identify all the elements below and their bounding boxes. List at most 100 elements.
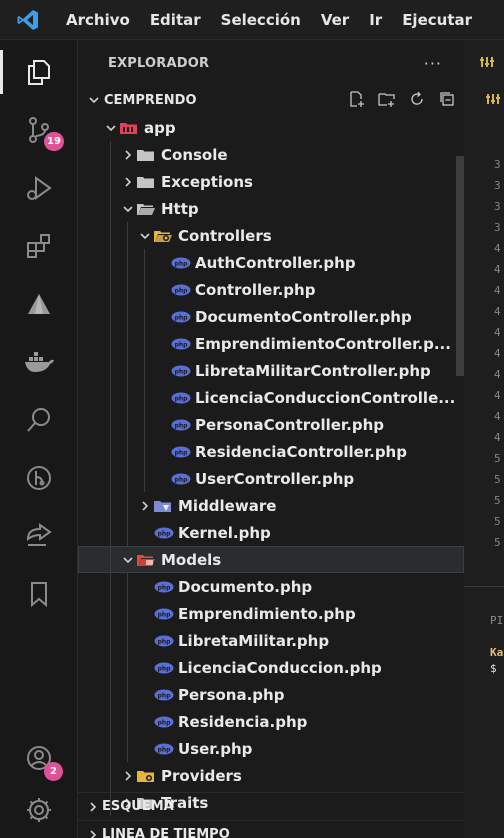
tree-folder[interactable]: Console [78, 141, 464, 168]
tree-folder[interactable]: Models [78, 546, 464, 573]
menu-bar: Archivo Editar Selección Ver Ir Ejecutar [0, 0, 504, 40]
new-folder-icon[interactable] [376, 88, 398, 110]
refresh-icon[interactable] [406, 88, 428, 110]
tree-file[interactable]: php Persona.php [78, 681, 464, 708]
project-title: CEMPRENDO [104, 92, 197, 108]
menu-editar[interactable]: Editar [140, 11, 211, 29]
svg-text:php: php [175, 314, 189, 321]
tree-folder[interactable]: Middleware [78, 492, 464, 519]
tree-item-label: Emprendimiento.php [178, 604, 356, 623]
svg-text:php: php [158, 665, 172, 672]
tree-folder[interactable]: Providers [78, 762, 464, 789]
tree-folder[interactable]: Exceptions [78, 168, 464, 195]
svg-text:php: php [158, 692, 172, 699]
terminal-prompt: $ [490, 662, 497, 675]
explorer-icon[interactable] [0, 44, 78, 100]
menu-archivo[interactable]: Archivo [56, 11, 140, 29]
tree-file[interactable]: php ResidenciaController.php [78, 438, 464, 465]
tree-folder[interactable]: Controllers [78, 222, 464, 249]
more-actions-button[interactable]: ··· [424, 54, 442, 73]
tree-file[interactable]: php PersonaController.php [78, 411, 464, 438]
tree-file[interactable]: php LibretaMilitar.php [78, 627, 464, 654]
extensions-icon[interactable] [0, 218, 78, 274]
new-file-icon[interactable] [346, 88, 368, 110]
svg-text:php: php [175, 422, 189, 429]
tree-file[interactable]: php EmprendimientoController.p... [78, 330, 464, 357]
tree-folder[interactable]: Http [78, 195, 464, 222]
folder-icon [137, 769, 161, 783]
php-file-icon: php [171, 365, 195, 377]
php-file-icon: php [154, 581, 178, 593]
live-share-icon[interactable] [0, 508, 78, 564]
search-icon[interactable] [0, 392, 78, 448]
line-number: 3 [494, 179, 501, 192]
tree-item-label: Residencia.php [178, 712, 308, 731]
run-debug-icon[interactable] [0, 160, 78, 216]
azure-icon[interactable] [0, 276, 78, 332]
tree-item-label: Controller.php [195, 280, 316, 299]
tree-file[interactable]: php User.php [78, 735, 464, 762]
tree-item-label: app [144, 118, 176, 137]
settings-gear-icon[interactable] [0, 782, 78, 838]
php-file-icon: php [154, 635, 178, 647]
bookmarks-icon[interactable] [0, 566, 78, 622]
tree-item-label: LicenciaConduccion.php [178, 658, 382, 677]
collapse-all-icon[interactable] [436, 88, 458, 110]
menu-ir[interactable]: Ir [359, 11, 392, 29]
tree-file[interactable]: php Residencia.php [78, 708, 464, 735]
svg-text:php: php [175, 395, 189, 402]
line-number: 4 [494, 431, 501, 444]
tree-file[interactable]: php Documento.php [78, 573, 464, 600]
tree-file[interactable]: php LicenciaConduccionControlle... [78, 384, 464, 411]
folder-icon [120, 121, 144, 135]
php-file-icon: php [154, 527, 178, 539]
outline-section-header[interactable]: ESQUEMA [78, 792, 464, 820]
sidebar-scrollbar[interactable] [456, 156, 464, 376]
tree-file[interactable]: php AuthController.php [78, 249, 464, 276]
chevron-right-icon [84, 829, 102, 838]
chevron-right-icon [84, 801, 102, 813]
folder-icon [137, 148, 161, 162]
tree-item-label: Kernel.php [178, 523, 271, 542]
tree-file[interactable]: php Emprendimiento.php [78, 600, 464, 627]
tree-file[interactable]: php DocumentoController.php [78, 303, 464, 330]
editor-area: 3 3 3 3 4 4 4 4 4 4 4 4 4 4 5 5 5 5 5 PI Ka $ [464, 40, 504, 838]
tree-file[interactable]: php LibretaMilitarController.php [78, 357, 464, 384]
bottom-sections: ESQUEMA LÍNEA DE TIEMPO [78, 792, 464, 838]
docker-icon[interactable] [0, 334, 78, 390]
tree-item-label: DocumentoController.php [195, 307, 412, 326]
line-number: 3 [494, 158, 501, 171]
accounts-icon[interactable]: 2 [0, 730, 78, 786]
php-file-icon: php [171, 338, 195, 350]
tree-file[interactable]: php LicenciaConduccion.php [78, 654, 464, 681]
tree-file[interactable]: php UserController.php [78, 465, 464, 492]
tree-item-label: Providers [161, 766, 242, 785]
menu-seleccion[interactable]: Selección [211, 11, 311, 29]
menu-ejecutar[interactable]: Ejecutar [392, 11, 482, 29]
svg-text:php: php [175, 476, 189, 483]
tree-item-label: LibretaMilitar.php [178, 631, 330, 650]
svg-text:php: php [175, 449, 189, 456]
panel-tab-label[interactable]: PI [490, 614, 503, 627]
folder-icon [137, 202, 161, 216]
source-control-icon[interactable]: 19 [0, 102, 78, 158]
tree-file[interactable]: php Controller.php [78, 276, 464, 303]
tree-item-label: EmprendimientoController.p... [195, 334, 451, 353]
project-section-header[interactable]: CEMPRENDO [78, 86, 464, 114]
timeline-section-header[interactable]: LÍNEA DE TIEMPO [78, 820, 464, 838]
vscode-logo-icon[interactable] [0, 0, 56, 40]
git-graph-icon[interactable] [0, 450, 78, 506]
menu-ver[interactable]: Ver [311, 11, 359, 29]
editor-tab[interactable] [464, 40, 504, 86]
line-number: 4 [494, 368, 501, 381]
line-number: 4 [494, 326, 501, 339]
line-number: 4 [494, 242, 501, 255]
line-number: 5 [494, 494, 501, 507]
folder-icon [154, 499, 178, 513]
file-settings-icon [486, 91, 500, 110]
chevron-right-icon [119, 149, 137, 161]
tree-folder[interactable]: app [78, 114, 464, 141]
tree-file[interactable]: php Kernel.php [78, 519, 464, 546]
terminal-line: Ka [490, 646, 504, 659]
line-number: 5 [494, 536, 501, 549]
